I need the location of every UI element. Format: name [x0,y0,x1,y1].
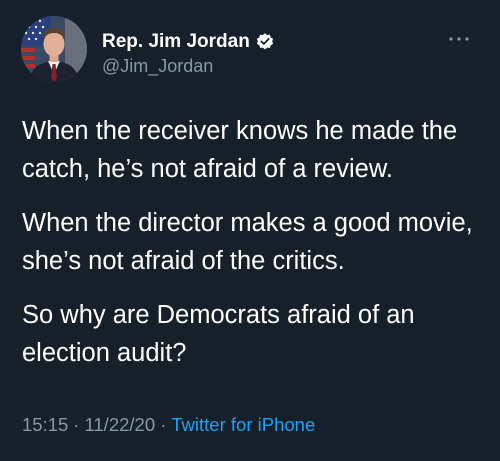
verified-badge-icon [256,33,273,50]
more-options-icon[interactable] [448,34,470,44]
tweet-source-link[interactable]: Twitter for iPhone [171,414,315,436]
tweet-time[interactable]: 15:15 [22,414,68,436]
handle[interactable]: @Jim_Jordan [102,56,275,77]
tweet-paragraph: So why are Democrats afraid of an electi… [22,301,415,367]
tweet-date[interactable]: 11/22/20 [84,414,155,436]
meta-separator: · [160,414,167,435]
meta-separator: · [73,414,80,435]
tweet-text: When the receiver knows he made the catc… [22,112,492,388]
avatar[interactable] [21,16,87,82]
display-name[interactable]: Rep. Jim Jordan [102,31,250,53]
tweet: Rep. Jim Jordan @Jim_Jordan When the rec… [0,0,500,461]
tweet-meta: 15:15 · 11/22/20 · Twitter for iPhone [22,414,315,436]
avatar-image [21,16,87,82]
tweet-paragraph: When the director makes a good movie, sh… [22,209,473,275]
name-row: Rep. Jim Jordan [102,30,275,54]
author-block[interactable]: Rep. Jim Jordan @Jim_Jordan [102,30,275,77]
tweet-paragraph: When the receiver knows he made the catc… [22,117,458,183]
